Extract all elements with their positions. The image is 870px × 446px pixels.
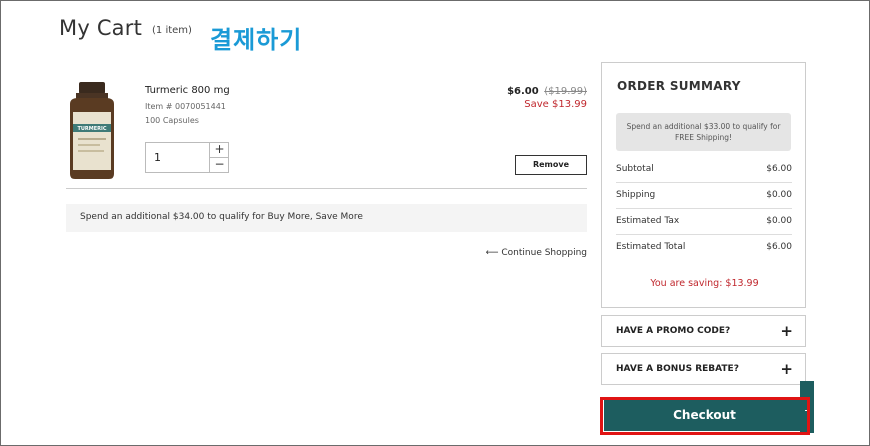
bonus-rebate-label: HAVE A BONUS REBATE? — [616, 364, 739, 374]
summary-label: Estimated Tax — [616, 216, 680, 226]
original-price: ($19.99) — [544, 86, 587, 97]
page-title: My Cart — [59, 16, 143, 40]
checkout-button[interactable]: Checkout — [604, 400, 805, 431]
order-summary: ORDER SUMMARY Spend an additional $33.00… — [601, 62, 806, 308]
summary-value: $6.00 — [766, 164, 792, 174]
savings-amount: Save $13.99 — [524, 99, 587, 110]
promo-code-label: HAVE A PROMO CODE? — [616, 326, 731, 336]
item-count: (1 item) — [152, 25, 192, 36]
summary-label: Estimated Total — [616, 242, 686, 252]
promo-code-accordion[interactable]: HAVE A PROMO CODE? + — [601, 315, 806, 347]
summary-label: Subtotal — [616, 164, 654, 174]
total-savings: You are saving: $13.99 — [650, 278, 759, 289]
buy-more-banner: Spend an additional $34.00 to qualify fo… — [66, 204, 587, 232]
summary-row-subtotal: Subtotal $6.00 — [616, 158, 792, 183]
sale-price: $6.00 — [507, 86, 539, 97]
summary-row-tax: Estimated Tax $0.00 — [616, 210, 792, 235]
decrement-button[interactable]: − — [209, 158, 229, 173]
summary-value: $0.00 — [766, 190, 792, 200]
plus-icon: + — [780, 360, 793, 378]
summary-value: $6.00 — [766, 242, 792, 252]
summary-label: Shipping — [616, 190, 656, 200]
bonus-rebate-accordion[interactable]: HAVE A BONUS REBATE? + — [601, 353, 806, 385]
summary-row-shipping: Shipping $0.00 — [616, 184, 792, 209]
continue-shopping-link[interactable]: ⟵ Continue Shopping — [486, 248, 587, 258]
bottle-label: TURMERIC — [77, 126, 106, 132]
summary-value: $0.00 — [766, 216, 792, 226]
product-price: $6.00 ($19.99) — [507, 86, 587, 97]
product-capsules: 100 Capsules — [145, 116, 199, 125]
product-item-number: Item # 0070051441 — [145, 102, 226, 111]
divider — [66, 188, 587, 189]
quantity-stepper: 1 + − — [145, 142, 229, 173]
quantity-input[interactable]: 1 — [154, 151, 161, 164]
product-name[interactable]: Turmeric 800 mg — [145, 85, 230, 96]
summary-row-total: Estimated Total $6.00 — [616, 236, 792, 261]
checkout-annotation: 결제하기 — [210, 26, 303, 54]
product-image[interactable]: TURMERIC — [66, 82, 118, 180]
remove-button[interactable]: Remove — [515, 155, 587, 175]
plus-icon: + — [780, 322, 793, 340]
free-shipping-note: Spend an additional $33.00 to qualify fo… — [616, 113, 791, 151]
increment-button[interactable]: + — [209, 143, 229, 158]
order-summary-title: ORDER SUMMARY — [617, 79, 741, 93]
